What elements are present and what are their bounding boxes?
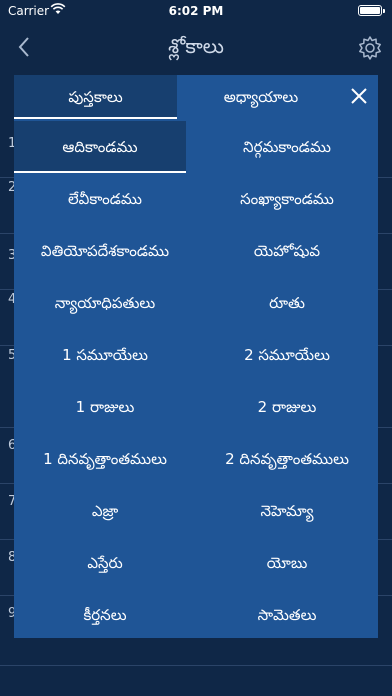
book-item[interactable]: 1 రాజులు (14, 381, 196, 433)
tab-books[interactable]: పుస్తకాలు (14, 75, 177, 119)
battery-icon (358, 5, 385, 16)
book-item[interactable]: 2 దినవృత్తాంతములు (196, 433, 378, 485)
status-bar: Carrier 6:02 PM (0, 0, 392, 22)
picker-tabs: పుస్తకాలు అధ్యాయాలు (14, 75, 378, 119)
gear-icon[interactable] (356, 34, 384, 62)
book-item[interactable]: 1 సమూయేలు (14, 329, 196, 381)
nav-bar: శ్లోకాలు (0, 22, 392, 72)
book-item[interactable]: సామెతలు (196, 589, 378, 641)
book-item[interactable]: నెహెమ్యా (196, 485, 378, 537)
book-item[interactable]: యెహోషువ (196, 225, 378, 277)
book-item[interactable]: యోబు (196, 537, 378, 589)
book-item[interactable]: సంఖ్యాకాండము (196, 173, 378, 225)
book-item[interactable]: కీర్తనలు (14, 589, 196, 641)
close-icon[interactable] (346, 83, 372, 109)
book-item[interactable]: ఆదికాండము (14, 121, 186, 173)
book-item[interactable]: 2 సమూయేలు (196, 329, 378, 381)
book-item[interactable]: లేవీకాండము (14, 173, 196, 225)
clock: 6:02 PM (168, 4, 224, 18)
page-title: శ్లోకాలు (168, 34, 224, 58)
book-item[interactable]: 2 రాజులు (196, 381, 378, 433)
book-item[interactable]: ఎస్తేరు (14, 537, 196, 589)
book-item[interactable]: వితియోపదేశకాండము (14, 225, 196, 277)
book-item[interactable]: ఎజ్రా (14, 485, 196, 537)
book-item[interactable]: 1 దినవృత్తాంతములు (14, 433, 196, 485)
book-item[interactable]: రూతు (196, 277, 378, 329)
book-picker-modal: పుస్తకాలు అధ్యాయాలు ఆదికాండము నిర్గమకాండ… (14, 75, 378, 638)
book-item[interactable]: నిర్గమకాండము (196, 121, 378, 173)
book-item[interactable]: న్యాయాధిపతులు (14, 277, 196, 329)
tab-chapters[interactable]: అధ్యాయాలు (177, 75, 345, 119)
